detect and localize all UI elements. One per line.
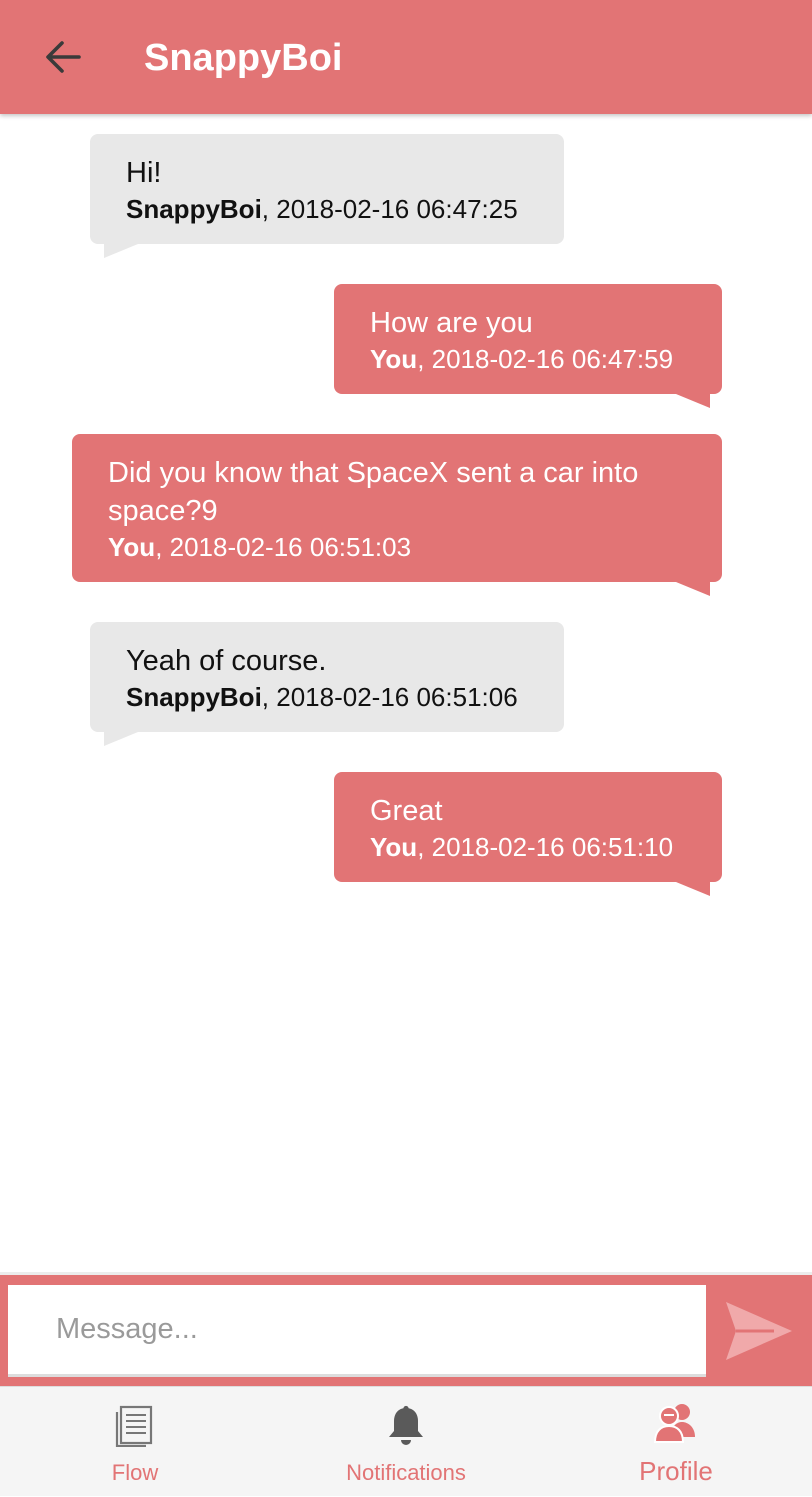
message-timestamp: , 2018-02-16 06:51:03 (155, 532, 412, 562)
arrow-left-icon (46, 41, 81, 73)
message-bubble-incoming: Yeah of course. SnappyBoi, 2018-02-16 06… (90, 622, 564, 746)
message-text: How are you (370, 307, 533, 339)
message-bubble-outgoing: Did you know that SpaceX sent a car into… (72, 434, 722, 596)
bubble-tail (676, 882, 710, 896)
bottom-navigation: Flow Notifications Profile (0, 1386, 812, 1496)
message-author: You (108, 532, 156, 562)
message-meta: You, 2018-02-16 06:51:03 (108, 530, 686, 564)
message-text: Great (370, 795, 443, 827)
send-button[interactable] (712, 1285, 806, 1377)
message-text: Hi! (126, 157, 162, 189)
bubble-tail (104, 244, 138, 258)
message-meta: SnappyBoi, 2018-02-16 06:51:06 (126, 680, 528, 714)
document-list-icon (115, 1405, 153, 1447)
message-timestamp: , 2018-02-16 06:51:06 (261, 682, 518, 712)
nav-item-notifications[interactable]: Notifications (306, 1387, 506, 1497)
message-composer (0, 1272, 812, 1386)
message-author: You (370, 832, 418, 862)
message-author: SnappyBoi (126, 194, 262, 224)
nav-label: Profile (639, 1456, 713, 1486)
nav-item-flow[interactable]: Flow (60, 1387, 210, 1497)
message-bubble-outgoing: Great You, 2018-02-16 06:51:10 (334, 772, 722, 896)
bubble-tail (676, 394, 710, 408)
message-bubble-outgoing: How are you You, 2018-02-16 06:47:59 (334, 284, 722, 408)
message-timestamp: , 2018-02-16 06:47:59 (417, 344, 674, 374)
back-button[interactable] (30, 24, 96, 90)
bell-icon (389, 1405, 423, 1445)
app-bar: SnappyBoi (0, 0, 812, 114)
nav-item-profile[interactable]: Profile (600, 1387, 752, 1497)
message-bubble-incoming: Hi! SnappyBoi, 2018-02-16 06:47:25 (90, 134, 564, 258)
message-timestamp: , 2018-02-16 06:47:25 (261, 194, 518, 224)
people-icon (653, 1404, 695, 1443)
message-input[interactable] (8, 1285, 706, 1377)
message-text: Did you know that SpaceX sent a car into… (108, 457, 639, 527)
bubble-tail (104, 732, 138, 746)
send-icon (726, 1302, 792, 1360)
message-text: Yeah of course. (126, 645, 327, 677)
message-meta: You, 2018-02-16 06:51:10 (370, 830, 686, 864)
message-author: SnappyBoi (126, 682, 262, 712)
message-thread[interactable]: Hi! SnappyBoi, 2018-02-16 06:47:25 How a… (0, 114, 812, 1272)
nav-label: Notifications (346, 1460, 466, 1485)
message-meta: You, 2018-02-16 06:47:59 (370, 342, 686, 376)
nav-label: Flow (111, 1460, 159, 1485)
message-timestamp: , 2018-02-16 06:51:10 (417, 832, 674, 862)
message-author: You (370, 344, 418, 374)
bubble-tail (676, 582, 710, 596)
conversation-title: SnappyBoi (144, 37, 343, 79)
message-meta: SnappyBoi, 2018-02-16 06:47:25 (126, 192, 528, 226)
